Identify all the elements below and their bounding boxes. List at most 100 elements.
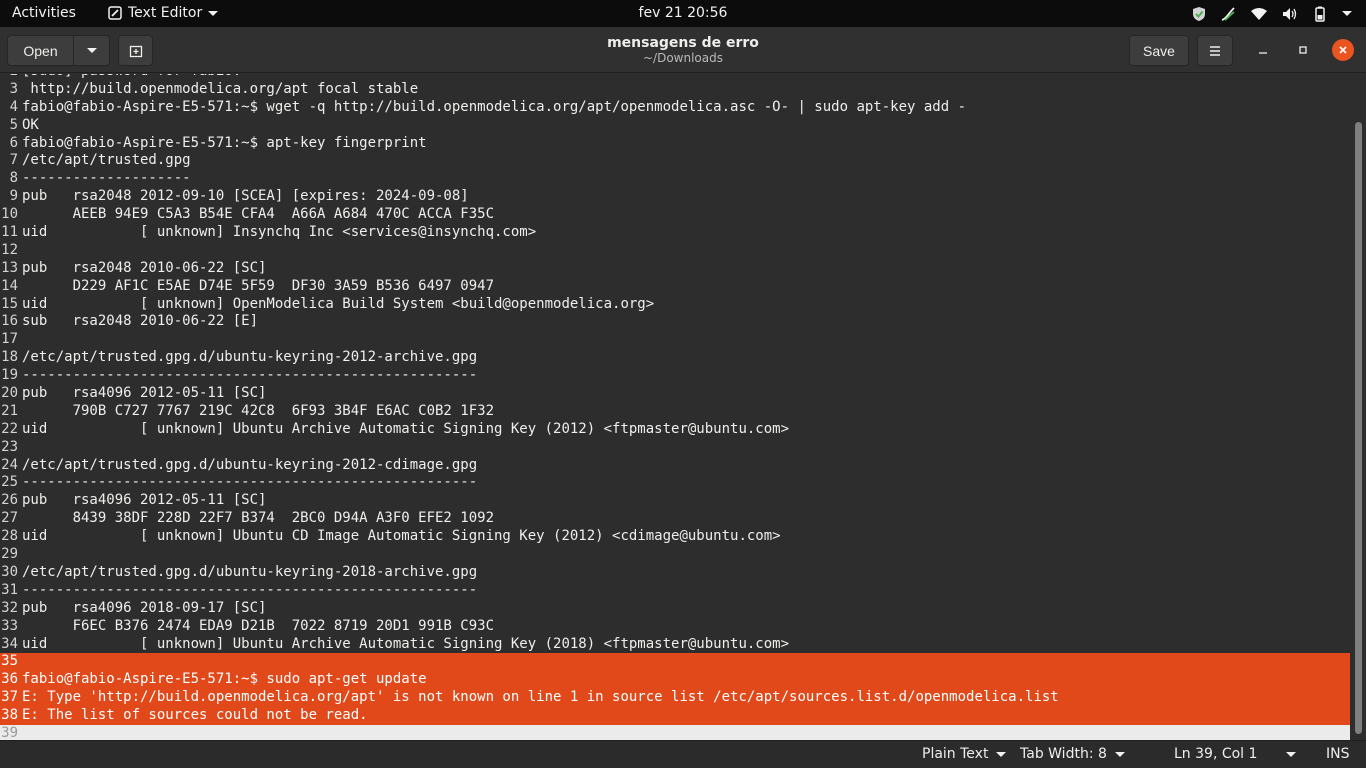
editor-line[interactable]: 31 --------------------------------------… xyxy=(0,582,1350,600)
line-number: 7 xyxy=(9,152,18,169)
line-text[interactable]: uid [ unknown] Ubuntu Archive Automatic … xyxy=(22,636,789,652)
editor-line[interactable]: 24/etc/apt/trusted.gpg.d/ubuntu-keyring-… xyxy=(0,457,1350,475)
open-button[interactable]: Open xyxy=(7,35,74,66)
line-text[interactable]: 8439 38DF 228D 22F7 B374 2BC0 D94A A3F0 … xyxy=(22,510,494,526)
system-tray[interactable] xyxy=(1192,4,1352,23)
editor-line[interactable]: 5 OK xyxy=(0,117,1350,135)
tab-width-selector[interactable]: Tab Width: 8 xyxy=(1020,746,1125,762)
line-text[interactable]: E: Type 'http://build.openmodelica.org/a… xyxy=(22,689,1059,705)
volume-icon[interactable] xyxy=(1282,7,1298,21)
line-text[interactable]: uid [ unknown] Insynchq Inc <services@in… xyxy=(22,224,536,240)
new-document-button[interactable] xyxy=(118,35,153,66)
editor-line[interactable]: 37 E: Type 'http://build.openmodelica.org… xyxy=(0,689,1350,708)
editor-line[interactable]: 19 --------------------------------------… xyxy=(0,367,1350,385)
save-button[interactable]: Save xyxy=(1129,35,1189,66)
editor-line[interactable]: 26 pub rsa4096 2012-05-11 [SC] xyxy=(0,492,1350,510)
editor-line[interactable]: 32 pub rsa4096 2018-09-17 [SC] xyxy=(0,600,1350,618)
app-menu[interactable]: Text Editor xyxy=(108,5,219,21)
line-text[interactable]: AEEB 94E9 C5A3 B54E CFA4 A66A A684 470C … xyxy=(22,206,494,222)
line-text[interactable]: OK xyxy=(22,117,39,133)
editor-line[interactable]: 27 8439 38DF 228D 22F7 B374 2BC0 D94A A3… xyxy=(0,510,1350,528)
editor-line[interactable]: 39 xyxy=(0,724,1350,740)
editor-line[interactable]: 20 pub rsa4096 2012-05-11 [SC] xyxy=(0,385,1350,403)
editor-line[interactable]: 30/etc/apt/trusted.gpg.d/ubuntu-keyring-… xyxy=(0,564,1350,582)
main-menu-button[interactable] xyxy=(1197,35,1233,66)
editor-line[interactable]: 3 http://build.openmodelica.org/apt foca… xyxy=(0,81,1350,99)
editor-line[interactable]: 22 uid [ unknown] Ubuntu Archive Automati… xyxy=(0,421,1350,439)
line-text[interactable]: /etc/apt/trusted.gpg xyxy=(22,152,191,168)
line-number: 32 xyxy=(1,599,18,616)
line-text[interactable]: sub rsa2048 2010-06-22 [E] xyxy=(22,313,258,329)
editor-line[interactable]: 38 E: The list of sources could not be re… xyxy=(0,707,1350,725)
editor-line[interactable]: 10 AEEB 94E9 C5A3 B54E CFA4 A66A A684 47… xyxy=(0,206,1350,224)
maximize-button[interactable] xyxy=(1292,39,1314,61)
network-graph-icon[interactable] xyxy=(1220,6,1236,22)
text-editor-area[interactable]: 2[sudo] password for fabio:3 http://buil… xyxy=(0,74,1366,740)
clock[interactable]: fev 21 20:56 xyxy=(639,5,728,21)
cursor-position-dropdown[interactable] xyxy=(1286,752,1296,757)
line-text[interactable]: 790B C727 7767 219C 42C8 6F93 3B4F E6AC … xyxy=(22,403,494,419)
editor-line[interactable]: 18/etc/apt/trusted.gpg.d/ubuntu-keyring-… xyxy=(0,349,1350,367)
editor-line[interactable]: 28 uid [ unknown] Ubuntu CD Image Automat… xyxy=(0,528,1350,546)
editor-line[interactable]: 25 --------------------------------------… xyxy=(0,474,1350,492)
editor-line[interactable]: 33 F6EC B376 2474 EDA9 D21B 7022 8719 20… xyxy=(0,618,1350,636)
line-text[interactable]: fabio@fabio-Aspire-E5-571:~$ apt-key fin… xyxy=(22,135,427,151)
editor-line[interactable]: 23 xyxy=(0,439,1350,457)
line-text[interactable]: fabio@fabio-Aspire-E5-571:~$ sudo apt-ge… xyxy=(22,671,427,687)
editor-lines[interactable]: 2[sudo] password for fabio:3 http://buil… xyxy=(0,74,1350,740)
minimize-button[interactable] xyxy=(1252,39,1274,61)
cursor-position-button[interactable]: Ln 39, Col 1 xyxy=(1174,746,1257,762)
editor-line[interactable]: 16 sub rsa2048 2010-06-22 [E] xyxy=(0,313,1350,331)
line-text[interactable]: uid [ unknown] Ubuntu Archive Automatic … xyxy=(22,421,789,437)
battery-icon[interactable] xyxy=(1312,6,1328,22)
activities-button[interactable]: Activities xyxy=(12,5,76,21)
editor-line[interactable]: 29 xyxy=(0,546,1350,564)
wifi-icon[interactable] xyxy=(1250,7,1268,21)
editor-line[interactable]: 14 D229 AF1C E5AE D74E 5F59 DF30 3A59 B5… xyxy=(0,278,1350,296)
editor-line[interactable]: 17 xyxy=(0,331,1350,349)
line-text[interactable]: [sudo] password for fabio: xyxy=(22,74,241,79)
insert-mode-indicator[interactable]: INS xyxy=(1326,746,1350,762)
open-recent-menu-button[interactable] xyxy=(73,35,110,66)
line-text[interactable]: pub rsa2048 2010-06-22 [SC] xyxy=(22,260,266,276)
line-text[interactable]: D229 AF1C E5AE D74E 5F59 DF30 3A59 B536 … xyxy=(22,278,494,294)
line-text[interactable]: /etc/apt/trusted.gpg.d/ubuntu-keyring-20… xyxy=(22,349,477,365)
line-text[interactable]: pub rsa4096 2018-09-17 [SC] xyxy=(22,600,266,616)
scrollbar-thumb[interactable] xyxy=(1355,122,1362,734)
editor-line[interactable]: 4 fabio@fabio-Aspire-E5-571:~$ wget -q ht… xyxy=(0,99,1350,117)
editor-line[interactable]: 36 fabio@fabio-Aspire-E5-571:~$ sudo apt-… xyxy=(0,671,1350,690)
editor-line[interactable]: 8 -------------------- xyxy=(0,170,1350,188)
line-text[interactable]: pub rsa4096 2012-05-11 [SC] xyxy=(22,492,266,508)
line-text[interactable]: F6EC B376 2474 EDA9 D21B 7022 8719 20D1 … xyxy=(22,618,494,634)
editor-line[interactable]: 34 uid [ unknown] Ubuntu Archive Automati… xyxy=(0,636,1350,654)
line-text[interactable]: ----------------------------------------… xyxy=(22,474,477,490)
power-menu-icon[interactable] xyxy=(1342,11,1352,16)
line-text[interactable]: -------------------- xyxy=(22,170,191,186)
line-text[interactable]: http://build.openmodelica.org/apt focal … xyxy=(22,81,418,97)
editor-line[interactable]: 7/etc/apt/trusted.gpg xyxy=(0,152,1350,170)
line-text[interactable]: uid [ unknown] Ubuntu CD Image Automatic… xyxy=(22,528,781,544)
scrollbar[interactable] xyxy=(1350,74,1366,740)
editor-line[interactable]: 21 790B C727 7767 219C 42C8 6F93 3B4F E6… xyxy=(0,403,1350,421)
editor-line[interactable]: 35 xyxy=(0,653,1350,672)
line-text[interactable]: /etc/apt/trusted.gpg.d/ubuntu-keyring-20… xyxy=(22,564,477,580)
line-text[interactable]: fabio@fabio-Aspire-E5-571:~$ wget -q htt… xyxy=(22,99,966,115)
shield-check-icon[interactable] xyxy=(1192,6,1206,22)
editor-line[interactable]: 2[sudo] password for fabio: xyxy=(0,74,1350,81)
line-text[interactable]: /etc/apt/trusted.gpg.d/ubuntu-keyring-20… xyxy=(22,457,477,473)
line-text[interactable]: uid [ unknown] OpenModelica Build System… xyxy=(22,296,654,312)
language-selector[interactable]: Plain Text xyxy=(922,746,1007,762)
editor-line[interactable]: 11 uid [ unknown] Insynchq Inc <services@… xyxy=(0,224,1350,242)
line-number: 12 xyxy=(1,241,18,258)
line-text[interactable]: pub rsa2048 2012-09-10 [SCEA] [expires: … xyxy=(22,188,469,204)
line-text[interactable]: ----------------------------------------… xyxy=(22,582,477,598)
editor-line[interactable]: 13 pub rsa2048 2010-06-22 [SC] xyxy=(0,260,1350,278)
line-text[interactable]: E: The list of sources could not be read… xyxy=(22,707,368,723)
line-text[interactable]: pub rsa4096 2012-05-11 [SC] xyxy=(22,385,266,401)
line-text[interactable]: ----------------------------------------… xyxy=(22,367,477,383)
close-button[interactable] xyxy=(1332,39,1354,61)
editor-line[interactable]: 12 xyxy=(0,242,1350,260)
editor-line[interactable]: 6 fabio@fabio-Aspire-E5-571:~$ apt-key fi… xyxy=(0,135,1350,153)
editor-line[interactable]: 15 uid [ unknown] OpenModelica Build Syst… xyxy=(0,296,1350,314)
editor-line[interactable]: 9 pub rsa2048 2012-09-10 [SCEA] [expires:… xyxy=(0,188,1350,206)
